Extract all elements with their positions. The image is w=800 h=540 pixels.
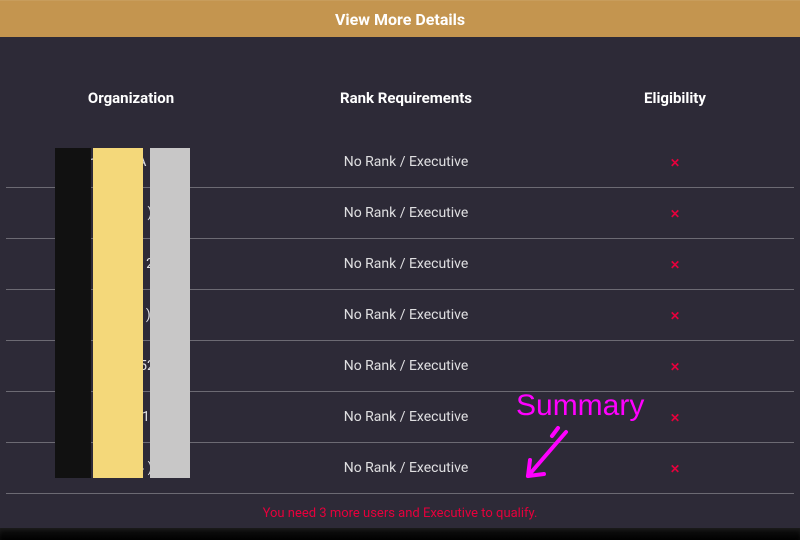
occlusion-bar-gray (150, 148, 190, 478)
column-header-eligibility: Eligibility (556, 89, 794, 107)
elig-cell: ✕ (556, 204, 794, 223)
rank-cell: No Rank / Executive (256, 205, 556, 221)
column-header-organization: Organization (6, 89, 256, 107)
elig-cell: ✕ (556, 357, 794, 376)
header-bar[interactable]: View More Details (0, 0, 800, 37)
rank-cell: No Rank / Executive (256, 409, 556, 425)
elig-cell: ✕ (556, 306, 794, 325)
x-icon: ✕ (670, 462, 680, 476)
x-icon: ✕ (670, 360, 680, 374)
rank-cell: No Rank / Executive (256, 307, 556, 323)
rank-cell: No Rank / Executive (256, 154, 556, 170)
elig-cell: ✕ (556, 408, 794, 427)
occlusion-bar-gold (93, 148, 143, 478)
header-title: View More Details (335, 10, 465, 29)
table-header-row: Organization Rank Requirements Eligibili… (6, 89, 794, 107)
x-icon: ✕ (670, 156, 680, 170)
elig-cell: ✕ (556, 459, 794, 478)
occlusion-bar-black (55, 148, 91, 478)
footer-strip (0, 528, 800, 540)
x-icon: ✕ (670, 258, 680, 272)
rank-cell: No Rank / Executive (256, 460, 556, 476)
rank-cell: No Rank / Executive (256, 256, 556, 272)
column-header-rank: Rank Requirements (256, 89, 556, 107)
x-icon: ✕ (670, 207, 680, 221)
summary-message: You need 3 more users and Executive to q… (6, 506, 794, 521)
x-icon: ✕ (670, 411, 680, 425)
rank-cell: No Rank / Executive (256, 358, 556, 374)
elig-cell: ✕ (556, 153, 794, 172)
elig-cell: ✕ (556, 255, 794, 274)
x-icon: ✕ (670, 309, 680, 323)
